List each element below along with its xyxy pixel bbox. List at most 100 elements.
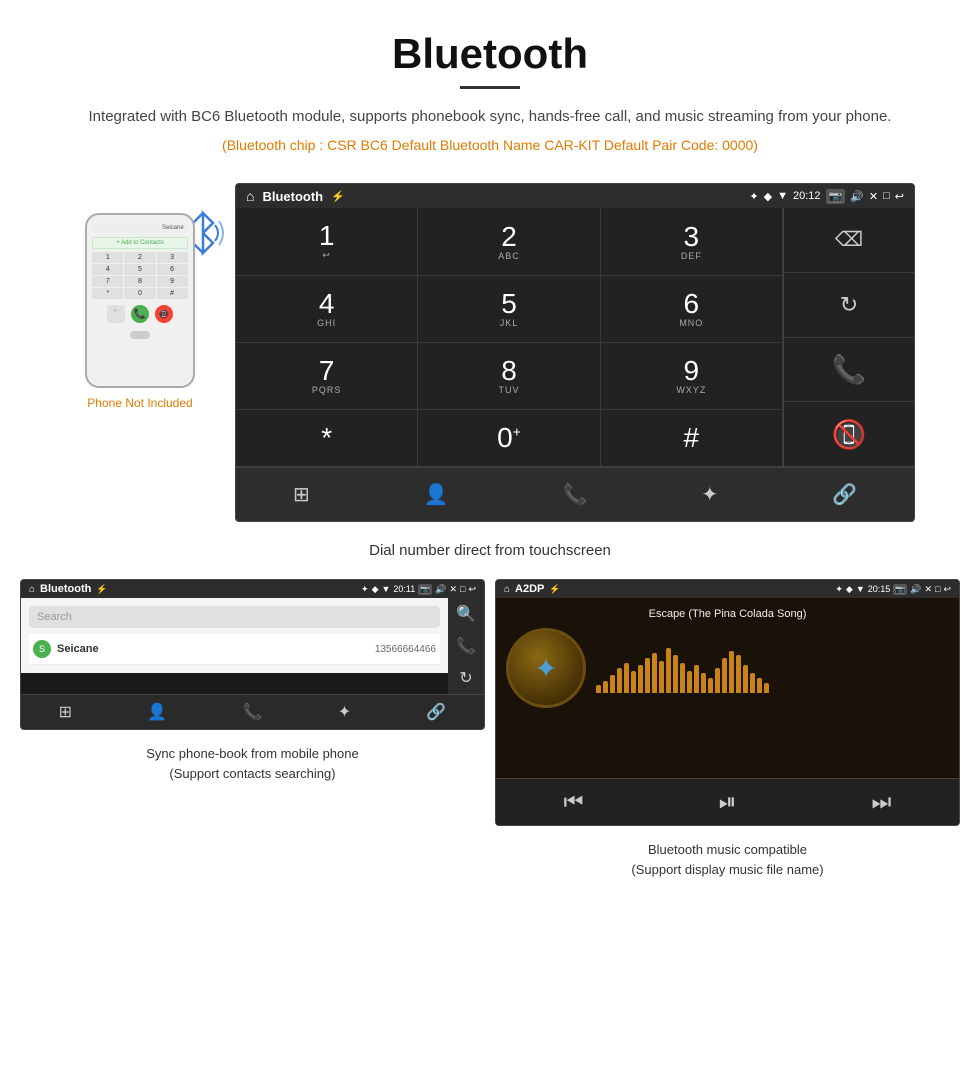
pb-window-icon: □ — [460, 584, 465, 594]
music-app-title: A2DP — [515, 583, 544, 595]
screen-caption: Dial number direct from touchscreen — [0, 532, 980, 579]
music-close-icon: ✕ — [924, 584, 932, 595]
key-9[interactable]: 9WXYZ — [601, 343, 783, 410]
refresh-cell[interactable]: ↻ — [784, 273, 914, 338]
music-status-bar: ⌂ A2DP ⚡ ✦ ◆ ▼ 20:15 📷 🔊 ✕ □ ↩ — [496, 580, 959, 598]
key-8[interactable]: 8TUV — [418, 343, 600, 410]
key-hash[interactable]: # — [601, 410, 783, 467]
wave-bar — [764, 683, 769, 693]
wave-bar — [617, 668, 622, 693]
signal-icon: ▼ — [777, 190, 788, 202]
end-call-icon: 📵 — [832, 418, 867, 451]
backspace-cell[interactable]: ⌫ — [784, 208, 914, 273]
contact-avatar: S — [33, 640, 51, 658]
wave-bar — [750, 673, 755, 693]
music-vol-icon: 🔊 — [910, 584, 921, 595]
music-home-icon: ⌂ — [504, 584, 510, 595]
play-pause-icon[interactable]: ⏯ — [719, 789, 737, 815]
prev-track-icon[interactable]: ⏮ — [564, 789, 584, 815]
next-track-icon[interactable]: ⏭ — [872, 789, 892, 815]
pb-bt-bottom-icon[interactable]: ✦ — [338, 702, 351, 722]
specs-line: (Bluetooth chip : CSR BC6 Default Blueto… — [20, 137, 960, 153]
grid-icon[interactable]: ⊞ — [283, 478, 320, 511]
key-2[interactable]: 2ABC — [418, 208, 600, 276]
wave-bar — [659, 661, 664, 693]
pb-time: 20:11 — [393, 584, 415, 594]
waveform-area — [596, 643, 949, 693]
description: Integrated with BC6 Bluetooth module, su… — [20, 105, 960, 129]
status-left: ⌂ Bluetooth ⚡ — [246, 188, 345, 204]
pb-camera-icon: 📷 — [418, 584, 432, 595]
refresh-side-icon[interactable]: ↻ — [459, 668, 472, 688]
pb-phone-icon[interactable]: 📞 — [243, 702, 263, 722]
music-bt-icon: ✦ — [835, 584, 843, 595]
pb-bt-icon: ✦ — [361, 584, 369, 595]
pb-location-icon: ◆ — [372, 584, 379, 595]
key-4[interactable]: 4GHI — [236, 276, 418, 343]
wave-bar — [645, 658, 650, 693]
waveform — [596, 643, 949, 693]
key-3[interactable]: 3DEF — [601, 208, 783, 276]
wave-bar — [729, 651, 734, 693]
key-5[interactable]: 5JKL — [418, 276, 600, 343]
phone-illustration-side: Seicane + Add to Contacts 1 2 3 4 5 6 7 … — [65, 183, 215, 410]
wave-bar — [743, 665, 748, 693]
main-android-screen: ⌂ Bluetooth ⚡ ✦ ◆ ▼ 20:12 📷 🔊 ✕ □ ↩ — [235, 183, 915, 522]
window-icon: □ — [883, 190, 890, 202]
search-side-icon[interactable]: 🔍 — [456, 604, 476, 624]
call-side-icon[interactable]: 📞 — [456, 636, 476, 656]
phonebook-content: Search S Seicane 13566664466 — [21, 598, 448, 673]
phone-icon[interactable]: 📞 — [553, 478, 598, 511]
pb-grid-icon[interactable]: ⊞ — [59, 702, 72, 722]
music-usb-icon: ⚡ — [549, 584, 560, 595]
usb-icon: ⚡ — [331, 190, 345, 203]
phonebook-status-bar: ⌂ Bluetooth ⚡ ✦ ◆ ▼ 20:11 📷 🔊 ✕ □ ↩ — [21, 580, 484, 598]
pb-contacts-icon[interactable]: 👤 — [147, 702, 167, 722]
key-6[interactable]: 6MNO — [601, 276, 783, 343]
page-header: Bluetooth Integrated with BC6 Bluetooth … — [0, 0, 980, 183]
search-bar[interactable]: Search — [29, 606, 440, 628]
music-caption: Bluetooth music compatible (Support disp… — [621, 836, 833, 883]
dialpad-grid: 1↩ 2ABC 3DEF 4GHI 5JKL 6MNO — [236, 208, 784, 467]
phone-illustration: Seicane + Add to Contacts 1 2 3 4 5 6 7 … — [85, 213, 195, 388]
music-back-icon: ↩ — [943, 584, 951, 595]
location-icon: ◆ — [764, 190, 772, 203]
wave-bar — [687, 671, 692, 693]
pb-app-title: Bluetooth — [40, 583, 91, 595]
wave-bar — [680, 663, 685, 693]
dialpad-area: 1↩ 2ABC 3DEF 4GHI 5JKL 6MNO — [236, 208, 914, 467]
album-art: ✦ — [506, 628, 586, 708]
wave-bar — [715, 668, 720, 693]
wave-bar — [666, 648, 671, 693]
status-bar: ⌂ Bluetooth ⚡ ✦ ◆ ▼ 20:12 📷 🔊 ✕ □ ↩ — [236, 184, 914, 208]
phone-not-included-label: Phone Not Included — [87, 396, 192, 410]
wave-bar — [722, 658, 727, 693]
contact-row: S Seicane 13566664466 — [29, 634, 440, 665]
wave-bar — [673, 655, 678, 693]
wave-bar — [652, 653, 657, 693]
time-display: 20:12 — [793, 190, 821, 202]
wave-bar — [701, 673, 706, 693]
end-call-cell[interactable]: 📵 — [784, 402, 914, 467]
call-button-cell[interactable]: 📞 — [784, 338, 914, 403]
music-signal-icon: ▼ — [856, 584, 865, 594]
home-icon[interactable]: ⌂ — [246, 188, 254, 204]
phonebook-sidebar: 🔍 📞 ↻ — [448, 598, 484, 694]
music-content: Escape (The Pina Colada Song) ✦ — [496, 598, 959, 778]
key-7[interactable]: 7PQRS — [236, 343, 418, 410]
key-star[interactable]: * — [236, 410, 418, 467]
backspace-icon: ⌫ — [835, 227, 863, 252]
pb-usb-icon: ⚡ — [96, 584, 107, 595]
bluetooth-icon[interactable]: ✦ — [691, 478, 728, 511]
dial-side-panel: ⌫ ↻ 📞 📵 — [784, 208, 914, 467]
key-1[interactable]: 1↩ — [236, 208, 418, 276]
link-icon[interactable]: 🔗 — [822, 478, 867, 511]
phonebook-caption: Sync phone-book from mobile phone (Suppo… — [136, 740, 368, 787]
contacts-icon[interactable]: 👤 — [414, 478, 459, 511]
pb-link-icon[interactable]: 🔗 — [426, 702, 446, 722]
bottom-nav-bar: ⊞ 👤 📞 ✦ 🔗 — [236, 467, 914, 521]
phonebook-content-area: Search S Seicane 13566664466 🔍 📞 ↻ — [21, 598, 484, 694]
wave-bar — [624, 663, 629, 693]
key-0[interactable]: 0+ — [418, 410, 600, 467]
wave-bar — [610, 675, 615, 693]
